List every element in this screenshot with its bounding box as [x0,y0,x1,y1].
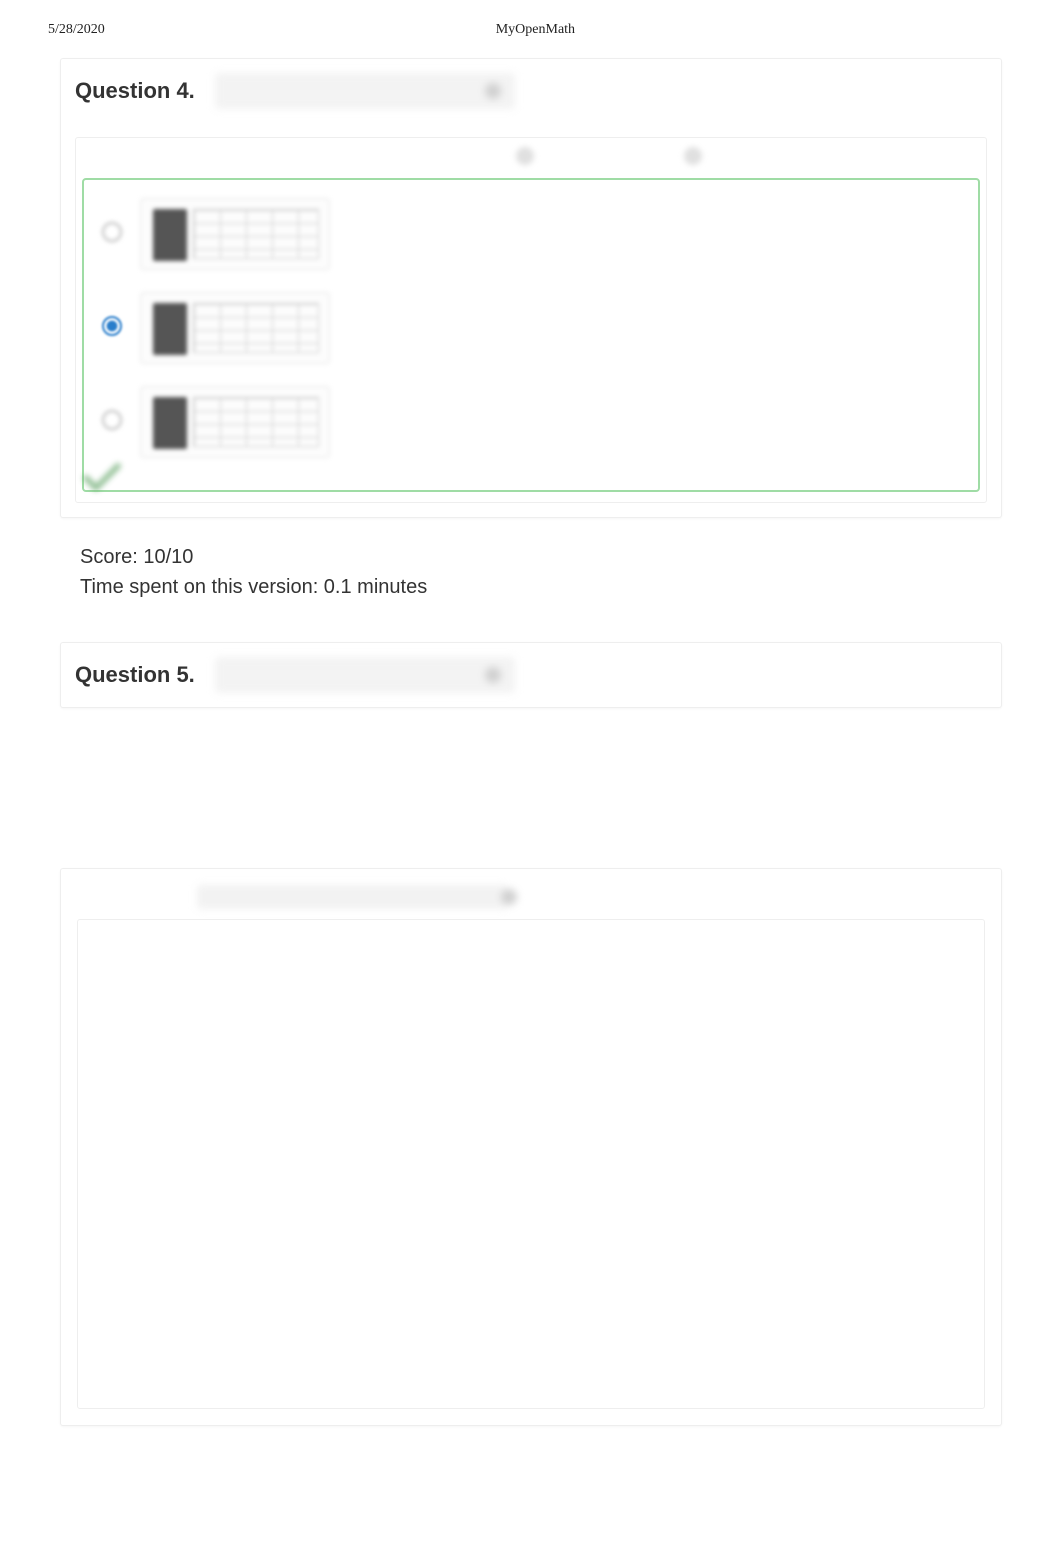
answer-panel [75,137,987,503]
score-text: Score: 10/10 [80,542,982,572]
header-title: MyOpenMath [496,22,575,38]
choice-row [102,292,960,364]
radio-unselected[interactable] [102,222,122,242]
blurred-icon [516,147,534,165]
checkmark-icon [82,462,122,492]
time-spent-text: Time spent on this version: 0.1 minutes [80,572,982,602]
choice-row [102,386,960,458]
question-4-header: Question 4. [61,59,1001,123]
blurred-score-pill [215,657,515,693]
radio-selected[interactable] [102,316,122,336]
answer-panel-toolbar [76,138,986,174]
question-5-header: Question 5. [61,643,1001,707]
question-4-block: Question 4. [60,58,1002,518]
question-5-content-block [60,868,1002,1426]
choice-thumbnail[interactable] [140,292,330,364]
correct-answer-box [82,178,980,492]
blurred-score-pill [215,73,515,109]
choice-thumbnail[interactable] [140,386,330,458]
question-5-title: Question 5. [75,662,195,688]
choice-row [102,198,960,270]
header-date: 5/28/2020 [48,22,105,38]
score-info-block: Score: 10/10 Time spent on this version:… [60,532,1002,622]
blurred-content-area [77,919,985,1409]
question-4-title: Question 4. [75,78,195,104]
choice-thumbnail[interactable] [140,198,330,270]
radio-unselected[interactable] [102,410,122,430]
question-5-block: Question 5. [60,642,1002,708]
page-header: 5/28/2020 MyOpenMath [0,0,1062,48]
blurred-icon [684,147,702,165]
blurred-bar [197,885,507,909]
